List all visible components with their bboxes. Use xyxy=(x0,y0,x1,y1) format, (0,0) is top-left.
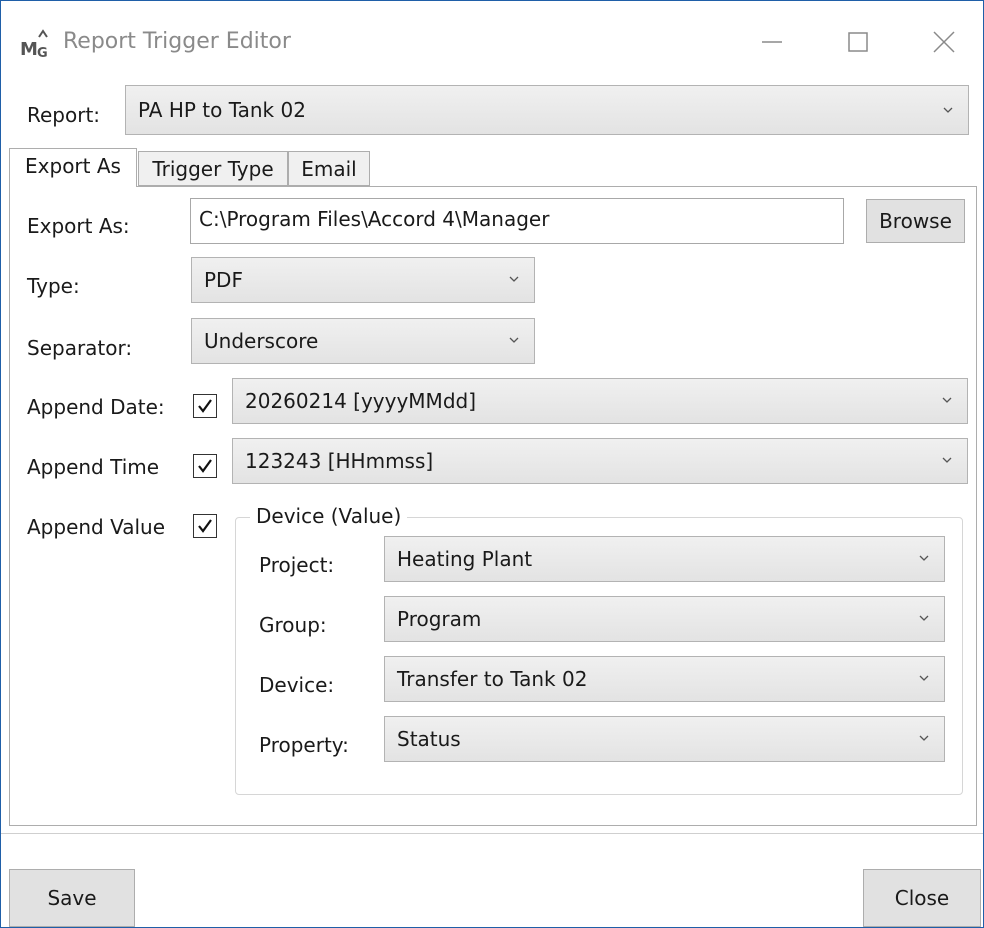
separator-combo-value: Underscore xyxy=(204,329,319,353)
separator-label: Separator: xyxy=(27,336,133,360)
chevron-down-icon xyxy=(919,735,929,741)
property-combo[interactable]: Status xyxy=(384,716,945,762)
append-time-checkbox[interactable] xyxy=(193,454,217,478)
close-button[interactable]: Close xyxy=(863,869,981,927)
close-icon xyxy=(933,31,955,53)
browse-button[interactable]: Browse xyxy=(866,199,965,243)
property-label: Property: xyxy=(259,733,349,757)
report-app-icon: M G xyxy=(18,27,58,61)
append-value-checkbox[interactable] xyxy=(193,514,217,538)
report-trigger-editor-window: M G Report Trigger Editor Report: PA HP … xyxy=(0,0,984,928)
checkmark-icon xyxy=(198,399,212,413)
report-combo-value: PA HP to Tank 02 xyxy=(138,98,306,122)
append-time-combo-value: 123243 [HHmmss] xyxy=(245,449,434,473)
save-button-label: Save xyxy=(47,886,97,910)
save-button[interactable]: Save xyxy=(9,869,135,927)
group-combo-value: Program xyxy=(397,607,482,631)
checkmark-icon xyxy=(198,459,212,473)
tab-export-as[interactable]: Export As xyxy=(9,148,137,187)
browse-button-label: Browse xyxy=(879,209,952,233)
append-date-combo[interactable]: 20260214 [yyyyMMdd] xyxy=(232,378,968,424)
tab-trigger-type[interactable]: Trigger Type xyxy=(138,151,288,186)
group-combo[interactable]: Program xyxy=(384,596,945,642)
export-path-value: C:\Program Files\Accord 4\Manager xyxy=(199,207,550,231)
chevron-down-icon xyxy=(943,107,953,113)
type-combo[interactable]: PDF xyxy=(191,257,535,303)
append-time-label: Append Time xyxy=(27,455,160,479)
append-value-label: Append Value xyxy=(27,515,166,539)
chevron-down-icon xyxy=(509,337,519,343)
window-title: Report Trigger Editor xyxy=(63,29,291,54)
minimize-button[interactable] xyxy=(741,13,803,71)
close-button-label: Close xyxy=(894,886,950,910)
chevron-down-icon xyxy=(942,457,952,463)
project-label: Project: xyxy=(259,553,335,577)
maximize-icon xyxy=(848,32,868,52)
minimize-icon xyxy=(762,41,782,43)
type-label: Type: xyxy=(27,274,80,298)
chevron-down-icon xyxy=(919,675,929,681)
footer-divider xyxy=(1,833,983,834)
device-combo-value: Transfer to Tank 02 xyxy=(397,667,588,691)
project-combo[interactable]: Heating Plant xyxy=(384,536,945,582)
group-label: Group: xyxy=(259,613,327,637)
chevron-down-icon xyxy=(919,615,929,621)
maximize-button[interactable] xyxy=(827,13,889,71)
export-path-input[interactable]: C:\Program Files\Accord 4\Manager xyxy=(190,198,844,244)
chevron-down-icon xyxy=(509,276,519,282)
append-date-combo-value: 20260214 [yyyyMMdd] xyxy=(245,389,477,413)
device-combo[interactable]: Transfer to Tank 02 xyxy=(384,656,945,702)
append-time-combo[interactable]: 123243 [HHmmss] xyxy=(232,438,968,484)
report-label: Report: xyxy=(27,103,101,127)
chevron-down-icon xyxy=(919,555,929,561)
close-window-button[interactable] xyxy=(913,13,975,71)
export-path-label: Export As: xyxy=(27,214,130,238)
svg-text:M: M xyxy=(20,39,38,60)
report-combo[interactable]: PA HP to Tank 02 xyxy=(125,85,969,135)
separator-combo[interactable]: Underscore xyxy=(191,318,535,364)
chevron-down-icon xyxy=(942,397,952,403)
append-date-label: Append Date: xyxy=(27,395,165,419)
svg-text:G: G xyxy=(37,46,48,61)
type-combo-value: PDF xyxy=(204,268,243,292)
title-bar[interactable]: M G Report Trigger Editor xyxy=(1,1,983,83)
device-group-title: Device (Value) xyxy=(250,502,408,530)
checkmark-icon xyxy=(198,519,212,533)
project-combo-value: Heating Plant xyxy=(397,547,533,571)
tab-email[interactable]: Email xyxy=(288,151,370,186)
device-label: Device: xyxy=(259,673,335,697)
append-date-checkbox[interactable] xyxy=(193,394,217,418)
property-combo-value: Status xyxy=(397,727,461,751)
